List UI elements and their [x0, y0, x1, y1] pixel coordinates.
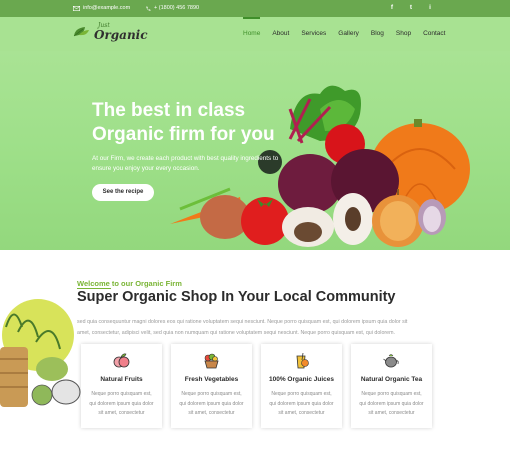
teapot-icon: [383, 354, 399, 368]
card-text: Neque porro quisquam est, qui dolorem ip…: [89, 390, 154, 419]
card-text-line: Neque porro quisquam est,: [271, 391, 332, 397]
card-natural-fruits[interactable]: Natural Fruits Neque porro quisquam est,…: [81, 344, 162, 428]
nav-contact[interactable]: Contact: [423, 30, 445, 37]
hero-text-line1: At our Firm, we create each product with…: [92, 155, 279, 162]
nav-blog[interactable]: Blog: [371, 30, 384, 37]
hero-title: The best in class Organic firm for you: [92, 99, 342, 147]
instagram-icon[interactable]: i: [426, 4, 434, 11]
card-text-line: sit amet, consectetur: [98, 410, 145, 416]
card-text-line: sit amet, consectetur: [188, 410, 235, 416]
card-organic-juices[interactable]: 100% Organic Juices Neque porro quisquam…: [261, 344, 342, 428]
nav-shop[interactable]: Shop: [396, 30, 411, 37]
intro-line2: amet, consectetur, adipisci velit, sed q…: [77, 329, 395, 336]
card-title: Natural Organic Tea: [360, 376, 423, 383]
email-text: info@example.com: [83, 5, 131, 11]
social-links: f t i: [388, 4, 434, 11]
welcome-subtitle: Welcome to our Organic Firm: [77, 279, 182, 288]
card-text-line: sit amet, consectetur: [278, 410, 325, 416]
main-header: Just Organic Home About Services Gallery…: [0, 17, 510, 51]
email-contact[interactable]: info@example.com: [73, 5, 130, 11]
phone-icon: [146, 5, 151, 11]
phone-text: + (1800) 456 7890: [154, 5, 200, 11]
nav-home[interactable]: Home: [243, 17, 261, 37]
envelope-icon: [73, 5, 80, 11]
nav-gallery[interactable]: Gallery: [338, 30, 359, 37]
hero-description: At our Firm, we create each product with…: [92, 154, 332, 174]
card-organic-tea[interactable]: Natural Organic Tea Neque porro quisquam…: [351, 344, 432, 428]
card-text: Neque porro quisquam est, qui dolorem ip…: [179, 390, 244, 419]
facebook-icon[interactable]: f: [388, 4, 396, 11]
hero-text-line2: ensure you enjoy your every occasion.: [92, 165, 200, 172]
card-fresh-vegetables[interactable]: Fresh Vegetables Neque porro quisquam es…: [171, 344, 252, 428]
card-text-line: qui dolorem ipsum quia dolor: [179, 400, 244, 407]
card-text-line: qui dolorem ipsum quia dolor: [89, 400, 154, 407]
leaf-logo-icon: [73, 27, 89, 37]
card-title: Natural Fruits: [100, 376, 143, 383]
fruit-icon: [113, 353, 130, 368]
top-bar: info@example.com + (1800) 456 7890 f t i: [0, 0, 510, 17]
phone-contact[interactable]: + (1800) 456 7890: [146, 5, 199, 11]
intro-line1: sed quia consequuntur magni dolores eos …: [77, 319, 408, 325]
card-title: 100% Organic Juices: [268, 376, 335, 383]
card-text-line: Neque porro quisquam est,: [361, 391, 422, 397]
juice-glass-icon: [296, 352, 309, 369]
section-title: Super Organic Shop In Your Local Communi…: [77, 289, 396, 305]
main-nav: Home About Services Gallery Blog Shop Co…: [243, 17, 457, 37]
vegetable-basket-icon: [204, 353, 219, 369]
logo-big-text: Organic: [94, 28, 148, 42]
card-text-line: Neque porro quisquam est,: [181, 391, 242, 397]
site-logo[interactable]: Just Organic: [73, 23, 148, 41]
vegetable-basket-illustration: [0, 299, 81, 407]
intro-text: sed quia consequuntur magni dolores eos …: [77, 317, 432, 338]
card-text-line: sit amet, consectetur: [368, 410, 415, 416]
hero-title-line2: Organic firm for you: [92, 124, 275, 145]
card-title: Fresh Vegetables: [184, 376, 239, 383]
card-text: Neque porro quisquam est, qui dolorem ip…: [359, 390, 424, 419]
card-text-line: qui dolorem ipsum quia dolor: [359, 400, 424, 407]
see-recipe-button[interactable]: See the recipe: [92, 184, 154, 201]
nav-about[interactable]: About: [272, 30, 289, 37]
hero-section: The best in class Organic firm for you A…: [0, 51, 510, 250]
hero-title-line1: The best in class: [92, 100, 246, 121]
card-text: Neque porro quisquam est, qui dolorem ip…: [269, 390, 334, 419]
nav-services[interactable]: Services: [301, 30, 326, 37]
card-text-line: Neque porro quisquam est,: [91, 391, 152, 397]
card-text-line: qui dolorem ipsum quia dolor: [269, 400, 334, 407]
twitter-icon[interactable]: t: [407, 4, 415, 11]
feature-cards: Natural Fruits Neque porro quisquam est,…: [81, 344, 432, 428]
